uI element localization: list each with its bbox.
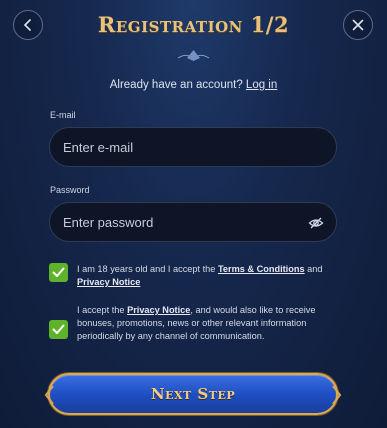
email-input[interactable] (63, 139, 293, 155)
password-field-wrapper[interactable] (49, 202, 337, 242)
privacy-notice-link[interactable]: Privacy Notice (77, 277, 140, 287)
modal-header: Registration 1/2 (0, 0, 387, 64)
close-button[interactable] (343, 10, 373, 40)
marketing-consent-text: I accept the Privacy Notice, and would a… (77, 304, 332, 343)
age-consent-row: I am 18 years old and I accept the Terms… (49, 263, 332, 289)
marketing-consent-text-start: I accept the (77, 305, 128, 315)
checkmark-icon (52, 267, 65, 277)
privacy-notice-link-2[interactable]: Privacy Notice (127, 305, 190, 315)
email-label: E-mail (50, 110, 76, 120)
title-ornament (50, 50, 337, 61)
page-title: Registration 1/2 (97, 12, 290, 37)
right-wing-ornament (332, 385, 342, 405)
login-prompt: Already have an account? Log in (0, 79, 387, 91)
marketing-consent-row: I accept the Privacy Notice, and would a… (49, 305, 332, 343)
terms-link[interactable]: Terms & Conditions (218, 264, 305, 274)
eye-slash-icon[interactable] (308, 215, 324, 231)
age-consent-text: I am 18 years old and I accept the Terms… (77, 263, 332, 289)
login-link[interactable]: Log in (246, 79, 277, 91)
password-label: Password (50, 185, 90, 195)
next-step-button[interactable]: Next Step (44, 373, 342, 415)
left-wing-ornament (44, 385, 54, 405)
age-consent-text-start: I am 18 years old and I accept the (77, 264, 218, 274)
login-prompt-text: Already have an account? (109, 79, 243, 91)
password-input[interactable] (63, 214, 293, 230)
email-field-wrapper[interactable] (49, 127, 337, 167)
age-consent-checkbox[interactable] (49, 263, 68, 282)
marketing-consent-checkbox[interactable] (49, 320, 68, 339)
close-icon (352, 19, 364, 31)
checkmark-icon (52, 324, 65, 334)
age-consent-text-and: and (304, 264, 323, 274)
next-step-label: Next Step (150, 385, 236, 403)
